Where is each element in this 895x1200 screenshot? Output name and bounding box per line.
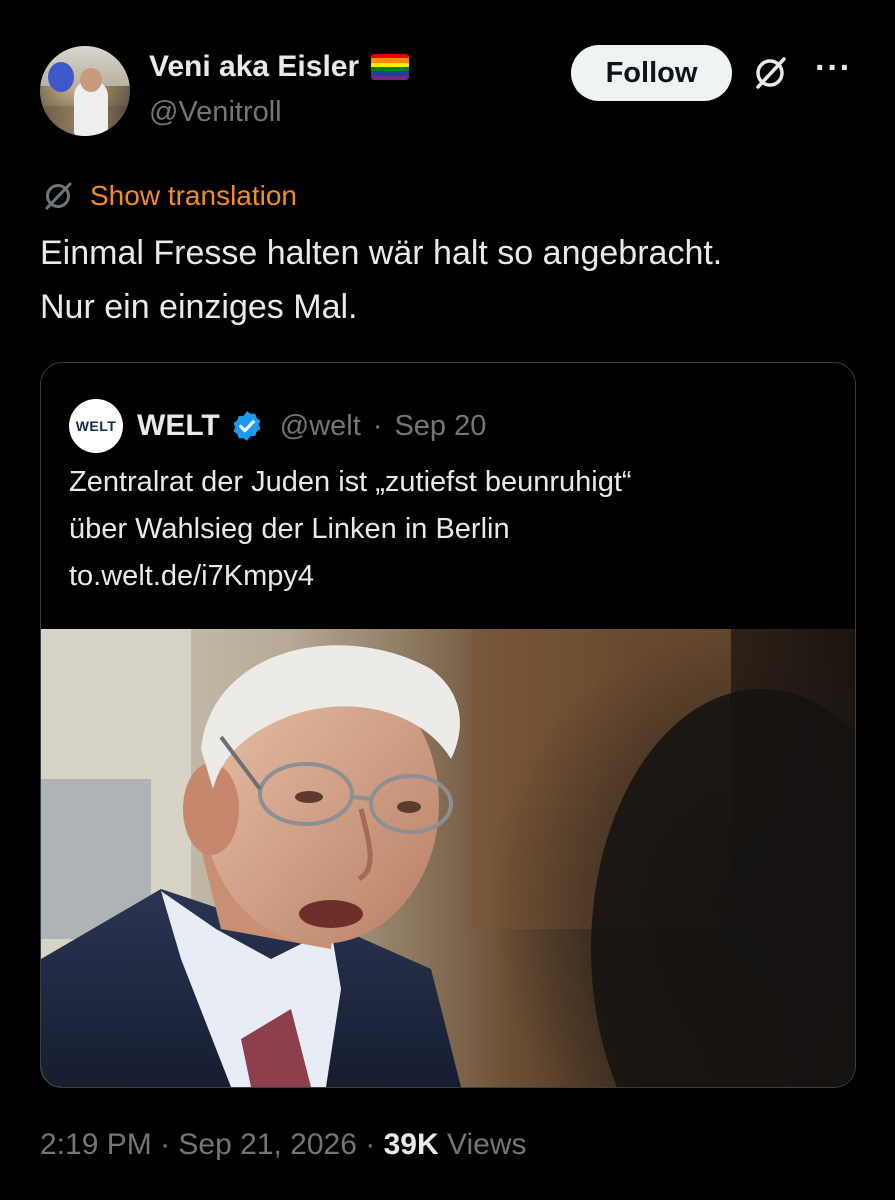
tweet-text-line: Nur ein einziges Mal. xyxy=(40,288,358,326)
author-display-name[interactable]: Veni aka Eisler xyxy=(149,50,359,84)
meta-separator: · xyxy=(160,1128,171,1161)
quoted-link[interactable]: to.welt.de/i7Kmpy4 xyxy=(69,553,839,600)
tweet-time[interactable]: 2:19 PM xyxy=(40,1128,152,1161)
author-name-row[interactable]: Veni aka Eisler xyxy=(149,50,410,84)
verified-badge-icon xyxy=(233,411,261,441)
author-handle[interactable]: @Venitroll xyxy=(149,96,282,129)
tweet-date[interactable]: Sep 21, 2026 xyxy=(178,1128,357,1161)
tweet-metadata: 2:19 PM · Sep 21, 2026 · 39K Views xyxy=(40,1128,526,1162)
quoted-author-handle[interactable]: @welt xyxy=(280,410,361,443)
translation-row[interactable]: Show translation xyxy=(40,178,297,214)
avatar[interactable] xyxy=(40,46,130,136)
welt-logo-avatar[interactable]: WELT xyxy=(69,399,123,453)
grok-translate-icon xyxy=(45,182,72,210)
follow-button[interactable]: Follow xyxy=(571,45,732,101)
news-photo[interactable] xyxy=(41,629,855,1087)
quoted-tweet-card[interactable]: WELT WELT @welt · Sep 20 Zentralrat der … xyxy=(40,362,856,1088)
grok-icon[interactable] xyxy=(750,53,790,93)
tweet-text-line: Einmal Fresse halten wär halt so angebra… xyxy=(40,234,723,272)
tweet-text: Einmal Fresse halten wär halt so angebra… xyxy=(40,226,860,334)
more-icon[interactable]: ··· xyxy=(815,51,855,88)
rainbow-flag-icon xyxy=(371,54,410,80)
tweet-page: Veni aka Eisler @Venitroll Follow ··· Sh… xyxy=(0,0,895,1200)
show-translation-link[interactable]: Show translation xyxy=(90,180,297,212)
quoted-text-line: Zentralrat der Juden ist „zutiefst beunr… xyxy=(69,466,632,498)
quoted-separator: · xyxy=(372,409,383,442)
views-label: Views xyxy=(447,1128,527,1161)
meta-separator: · xyxy=(365,1128,376,1161)
quoted-tweet-header: WELT WELT @welt · Sep 20 xyxy=(69,399,486,453)
quoted-date[interactable]: Sep 20 xyxy=(394,410,486,443)
views-count: 39K xyxy=(383,1128,439,1161)
quoted-text-line: über Wahlsieg der Linken in Berlin xyxy=(69,513,510,545)
quoted-tweet-text: Zentralrat der Juden ist „zutiefst beunr… xyxy=(69,459,839,600)
quoted-author-name[interactable]: WELT xyxy=(137,409,220,443)
news-photo-illustration xyxy=(41,629,855,1087)
